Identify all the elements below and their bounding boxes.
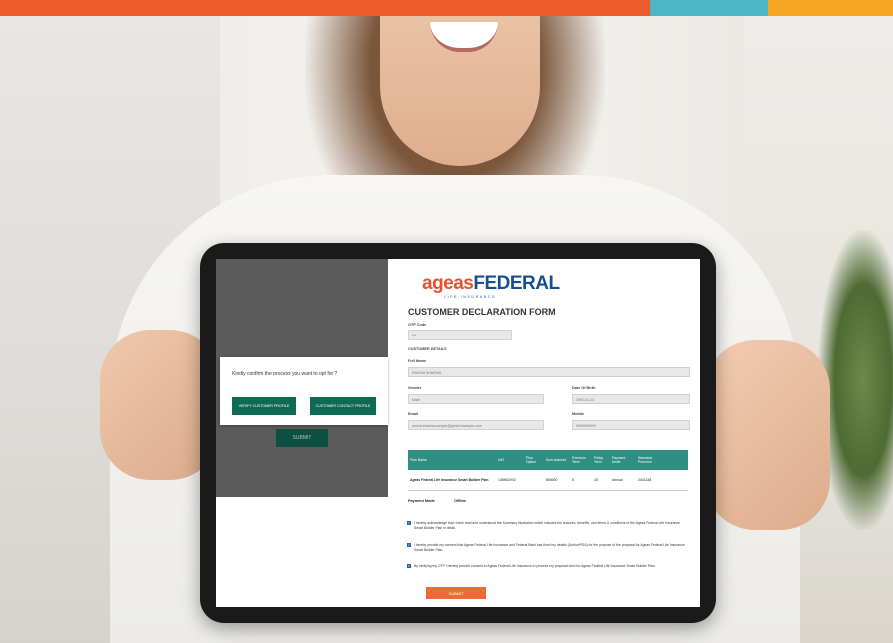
- dob-input[interactable]: 1992-01-01: [572, 394, 690, 404]
- customer-details-section-label: CUSTOMER DETAILS: [408, 347, 447, 351]
- form-title: CUSTOMER DECLARATION FORM: [408, 307, 556, 317]
- declaration-item-1: I hereby acknowledge that I have read an…: [407, 521, 686, 531]
- mobile-input[interactable]: 9999999999: [572, 420, 690, 430]
- table-header-cell: Payment Mode: [612, 455, 626, 464]
- customer-declaration-form: ageasFEDERAL LIFE INSURANCE CUSTOMER DEC…: [404, 259, 694, 607]
- gender-label: Gender: [408, 386, 422, 390]
- process-confirm-modal: Kindly confirm the process you want to o…: [220, 357, 388, 425]
- table-cell-premium-term: 5: [572, 477, 574, 482]
- declaration-text: By verifying my OTP I hereby provide con…: [414, 564, 656, 568]
- stripe-yellow: [768, 0, 893, 16]
- top-brand-stripe: [0, 0, 893, 16]
- logo-federal-text: FEDERAL: [473, 273, 560, 294]
- otp-input[interactable]: ***: [408, 330, 512, 340]
- full-name-input[interactable]: RAVINA SHARMA: [408, 367, 690, 377]
- logo-ageas-text: ageas: [422, 273, 474, 294]
- table-header-cell: Policy Term: [594, 455, 604, 464]
- table-header-cell: Plan Option: [526, 455, 536, 464]
- table-cell-policy-term: 15: [594, 477, 598, 482]
- contact-profile-button[interactable]: CUSTOMER CONTACT PROFILE: [310, 397, 376, 415]
- plan-details-table: Plan Name UIN Plan Option Sum Assured Pr…: [408, 450, 688, 491]
- table-cell-standard-premium: 2401338: [638, 477, 652, 482]
- mobile-label: Mobile: [572, 412, 585, 416]
- logo-tagline: LIFE INSURANCE: [444, 295, 497, 299]
- table-cell-uin: 135N02V02: [498, 477, 516, 482]
- declaration-item-2: I hereby provide my consent that Ageas F…: [407, 543, 686, 553]
- declaration-text: I hereby acknowledge that I have read an…: [414, 521, 680, 530]
- email-input[interactable]: ravina.sharma.sample@gmail.example.com: [408, 420, 544, 430]
- checkbox-checked-icon[interactable]: [407, 543, 411, 547]
- table-header-cell: Sum Assured: [546, 457, 567, 462]
- tablet-device: Kindly confirm the process you want to o…: [200, 243, 716, 623]
- table-header-cell: UIN: [498, 457, 504, 462]
- table-header-row: Plan Name UIN Plan Option Sum Assured Pr…: [408, 450, 688, 470]
- ageas-federal-logo: ageasFEDERAL LIFE INSURANCE: [422, 273, 560, 299]
- submit-button[interactable]: SUBMIT: [426, 587, 486, 599]
- otp-label: OTP Code: [408, 323, 427, 327]
- table-cell-sum-assured: 800000: [546, 477, 558, 482]
- payment-mode-label: Payment Mode: [408, 499, 435, 503]
- table-header-cell: Plan Name: [410, 457, 427, 462]
- dob-label: Date Of Birth: [572, 386, 596, 390]
- verify-profile-button[interactable]: VERIFY CUSTOMER PROFILE: [232, 397, 296, 415]
- background-submit-button: SUBMIT: [276, 429, 328, 447]
- table-header-cell: Standard Premium: [638, 455, 652, 464]
- table-cell-plan-name: Ageas Federal Life Insurance Smart Build…: [410, 477, 489, 482]
- checkbox-checked-icon[interactable]: [407, 564, 411, 568]
- table-cell-payment-mode: Annual: [612, 477, 623, 482]
- gender-input[interactable]: Male: [408, 394, 544, 404]
- declaration-item-3: By verifying my OTP I hereby provide con…: [407, 564, 686, 569]
- checkbox-checked-icon[interactable]: [407, 521, 411, 525]
- tablet-screen: Kindly confirm the process you want to o…: [216, 259, 700, 607]
- email-label: Email: [408, 412, 419, 416]
- table-row: Ageas Federal Life Insurance Smart Build…: [408, 470, 688, 491]
- table-header-cell: Premium Term: [572, 455, 586, 464]
- payment-mode-value: Offline: [454, 499, 467, 503]
- process-selection-panel: Kindly confirm the process you want to o…: [216, 259, 388, 607]
- stripe-orange: [0, 0, 650, 16]
- table-cell-plan-option: [524, 470, 544, 490]
- full-name-label: Full Name: [408, 359, 427, 363]
- declaration-text: I hereby provide my consent that Ageas F…: [414, 543, 685, 552]
- right-hand: [705, 340, 830, 530]
- modal-question: Kindly confirm the process you want to o…: [232, 371, 338, 377]
- stripe-teal: [650, 0, 768, 16]
